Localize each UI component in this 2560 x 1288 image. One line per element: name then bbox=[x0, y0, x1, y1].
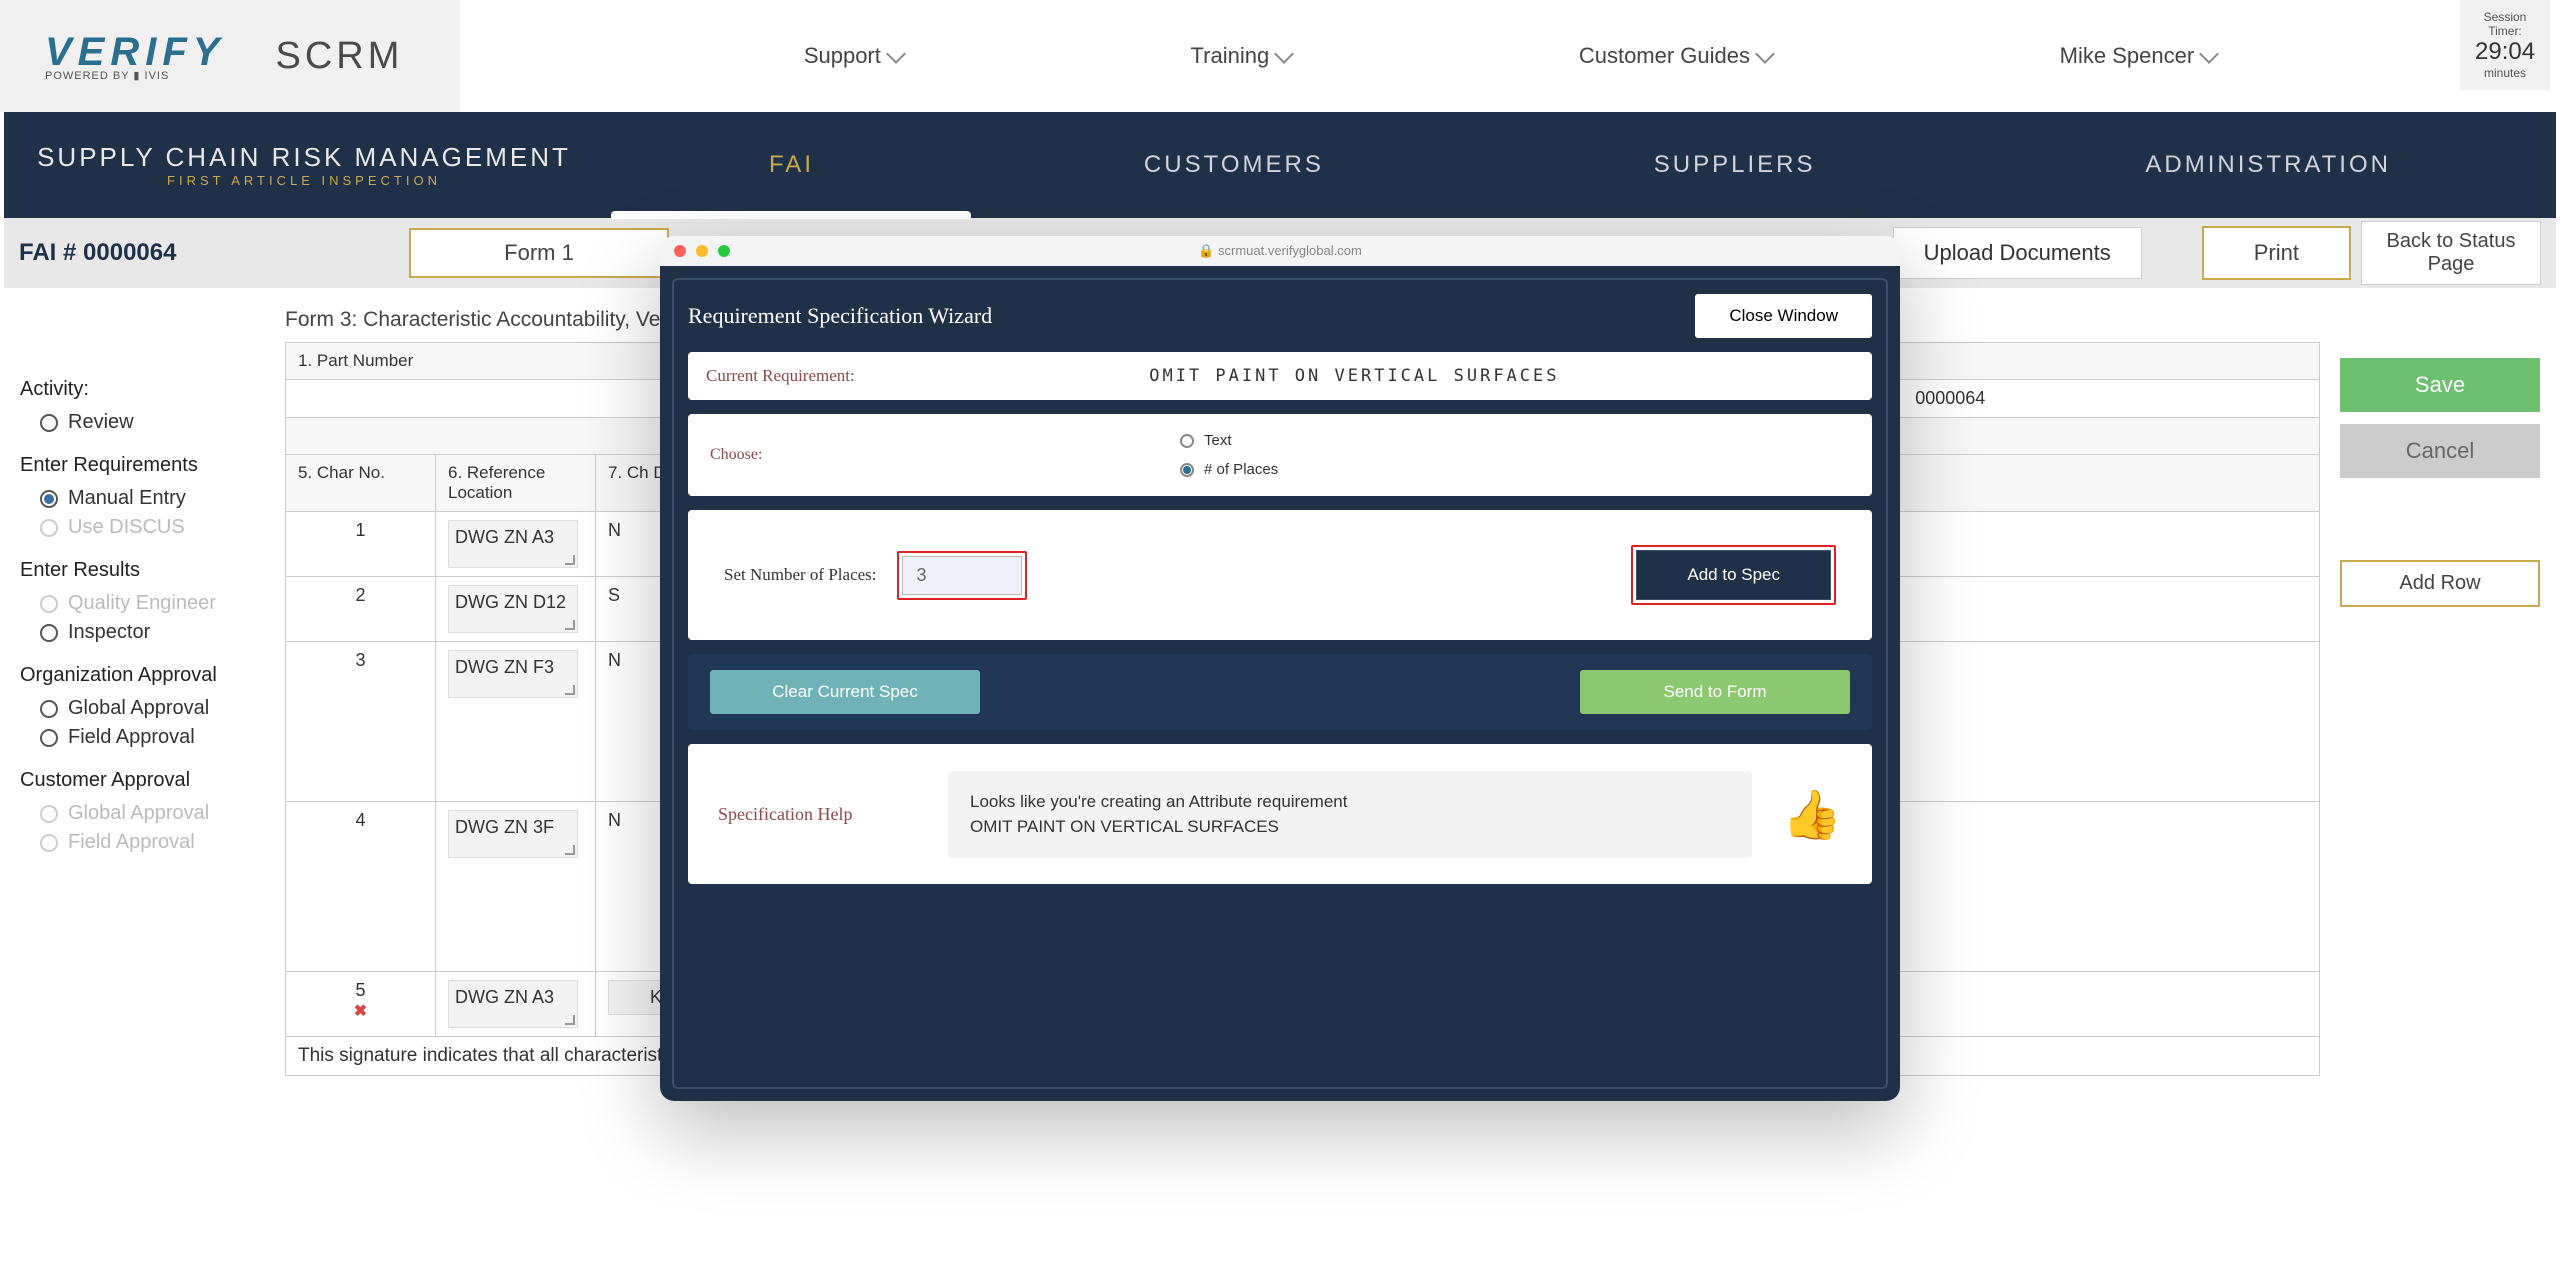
tab-customers[interactable]: CUSTOMERS bbox=[1104, 112, 1364, 218]
current-requirement-value: OMIT PAINT ON VERTICAL SURFACES bbox=[855, 366, 1854, 386]
radio-review[interactable]: Review bbox=[40, 411, 265, 434]
save-button[interactable]: Save bbox=[2340, 358, 2540, 412]
top-header: VERIFY POWERED BY ▮ IVIS SCRM Support Tr… bbox=[0, 0, 2560, 112]
right-buttons: Save Cancel Add Row bbox=[2340, 308, 2540, 1076]
places-label: Set Number of Places: bbox=[724, 565, 877, 585]
choose-bar: Choose: Text # of Places bbox=[688, 414, 1872, 496]
print-button[interactable]: Print bbox=[2202, 226, 2351, 280]
chevron-down-icon bbox=[886, 44, 906, 64]
logo-tagline: POWERED BY ▮ IVIS bbox=[45, 69, 225, 82]
radio-inspector[interactable]: Inspector bbox=[40, 621, 265, 644]
add-to-spec-button[interactable]: Add to Spec bbox=[1636, 550, 1831, 600]
upload-documents-button[interactable]: Upload Documents bbox=[1893, 227, 2142, 279]
delete-icon[interactable]: ✖ bbox=[298, 1001, 423, 1021]
places-box: Set Number of Places: Add to Spec bbox=[688, 510, 1872, 640]
nav-guides[interactable]: Customer Guides bbox=[1579, 43, 1772, 69]
ref-location-input[interactable]: DWG ZN D12 bbox=[448, 585, 578, 633]
char-no: 4 bbox=[286, 802, 436, 972]
chevron-down-icon bbox=[1755, 44, 1775, 64]
ref-location-input[interactable]: DWG ZN A3 bbox=[448, 520, 578, 568]
session-timer: Session Timer: 29:04 minutes bbox=[2460, 0, 2550, 90]
current-requirement-label: Current Requirement: bbox=[706, 366, 855, 386]
choose-label: Choose: bbox=[710, 446, 1140, 464]
activity-label: Activity: bbox=[20, 378, 265, 401]
main-nav: SUPPLY CHAIN RISK MANAGEMENT FIRST ARTIC… bbox=[4, 112, 2556, 218]
minimize-window-icon[interactable] bbox=[696, 245, 708, 257]
actions-box: Clear Current Spec Send to Form bbox=[688, 654, 1872, 730]
radio-manual-entry[interactable]: Manual Entry bbox=[40, 487, 265, 510]
send-to-form-button[interactable]: Send to Form bbox=[1580, 670, 1850, 714]
radio-num-places[interactable]: # of Places bbox=[1180, 461, 1278, 478]
modal-titlebar: 🔒 scrmuat.verifyglobal.com bbox=[660, 236, 1900, 266]
close-window-icon[interactable] bbox=[674, 245, 686, 257]
brand-block: VERIFY POWERED BY ▮ IVIS SCRM bbox=[0, 0, 460, 112]
ref-location-input[interactable]: DWG ZN A3 bbox=[448, 980, 578, 1028]
add-to-spec-highlight: Add to Spec bbox=[1631, 545, 1836, 605]
current-requirement-bar: Current Requirement: OMIT PAINT ON VERTI… bbox=[688, 352, 1872, 400]
enter-requirements-label: Enter Requirements bbox=[20, 454, 265, 477]
ref-location-input[interactable]: DWG ZN F3 bbox=[448, 650, 578, 698]
close-window-button[interactable]: Close Window bbox=[1695, 294, 1872, 338]
app-title: SUPPLY CHAIN RISK MANAGEMENT FIRST ARTIC… bbox=[4, 142, 604, 188]
places-input-highlight bbox=[897, 551, 1027, 600]
radio-text[interactable]: Text bbox=[1180, 432, 1278, 449]
char-no: 3 bbox=[286, 642, 436, 802]
modal-url: 🔒 scrmuat.verifyglobal.com bbox=[1198, 243, 1362, 259]
nav-support[interactable]: Support bbox=[804, 43, 903, 69]
session-label: Session Timer: bbox=[2475, 10, 2535, 38]
cancel-button: Cancel bbox=[2340, 424, 2540, 478]
thumbs-up-icon: 👍 bbox=[1782, 786, 1842, 843]
col-char-no: 5. Char No. bbox=[286, 455, 436, 512]
app-title-sub: FIRST ARTICLE INSPECTION bbox=[4, 173, 604, 188]
sidebar: Activity: Review Enter Requirements Manu… bbox=[20, 308, 265, 1076]
places-input[interactable] bbox=[902, 556, 1022, 595]
tab-fai[interactable]: FAI bbox=[729, 112, 854, 218]
radio-use-discus: Use DISCUS bbox=[40, 516, 265, 539]
product-logo: SCRM bbox=[275, 35, 403, 78]
enter-results-label: Enter Results bbox=[20, 559, 265, 582]
help-box: Specification Help Looks like you're cre… bbox=[688, 744, 1872, 884]
add-row-button[interactable]: Add Row bbox=[2340, 560, 2540, 607]
fai-number: FAI # 0000064 bbox=[19, 239, 399, 267]
ref-location-input[interactable]: DWG ZN 3F bbox=[448, 810, 578, 858]
nav-training[interactable]: Training bbox=[1191, 43, 1292, 69]
maximize-window-icon[interactable] bbox=[718, 245, 730, 257]
cust-approval-label: Customer Approval bbox=[20, 769, 265, 792]
verify-logo: VERIFY POWERED BY ▮ IVIS bbox=[45, 30, 225, 82]
session-unit: minutes bbox=[2475, 66, 2535, 80]
help-content: Looks like you're creating an Attribute … bbox=[948, 771, 1752, 858]
tab-suppliers[interactable]: SUPPLIERS bbox=[1614, 112, 1856, 218]
char-no: 2 bbox=[286, 577, 436, 642]
radio-org-global[interactable]: Global Approval bbox=[40, 697, 265, 720]
org-approval-label: Organization Approval bbox=[20, 664, 265, 687]
chevron-down-icon bbox=[2199, 44, 2219, 64]
radio-org-field[interactable]: Field Approval bbox=[40, 726, 265, 749]
radio-quality-engineer: Quality Engineer bbox=[40, 592, 265, 615]
top-nav: Support Training Customer Guides Mike Sp… bbox=[460, 43, 2560, 69]
tab-administration[interactable]: ADMINISTRATION bbox=[2105, 112, 2431, 218]
back-to-status-button[interactable]: Back to Status Page bbox=[2361, 221, 2541, 285]
chevron-down-icon bbox=[1274, 44, 1294, 64]
modal-title: Requirement Specification Wizard bbox=[688, 303, 992, 329]
char-no: 1 bbox=[286, 512, 436, 577]
char-no: 5 bbox=[298, 980, 423, 1001]
modal-window: 🔒 scrmuat.verifyglobal.com Requirement S… bbox=[660, 236, 1900, 1101]
radio-cust-global: Global Approval bbox=[40, 802, 265, 825]
help-label: Specification Help bbox=[718, 804, 918, 825]
clear-current-spec-button[interactable]: Clear Current Spec bbox=[710, 670, 980, 714]
session-time: 29:04 bbox=[2475, 38, 2535, 66]
radio-cust-field: Field Approval bbox=[40, 831, 265, 854]
nav-user[interactable]: Mike Spencer bbox=[2060, 43, 2217, 69]
col-ref-location: 6. Reference Location bbox=[436, 455, 596, 512]
form1-button[interactable]: Form 1 bbox=[409, 228, 669, 278]
app-title-main: SUPPLY CHAIN RISK MANAGEMENT bbox=[4, 142, 604, 173]
